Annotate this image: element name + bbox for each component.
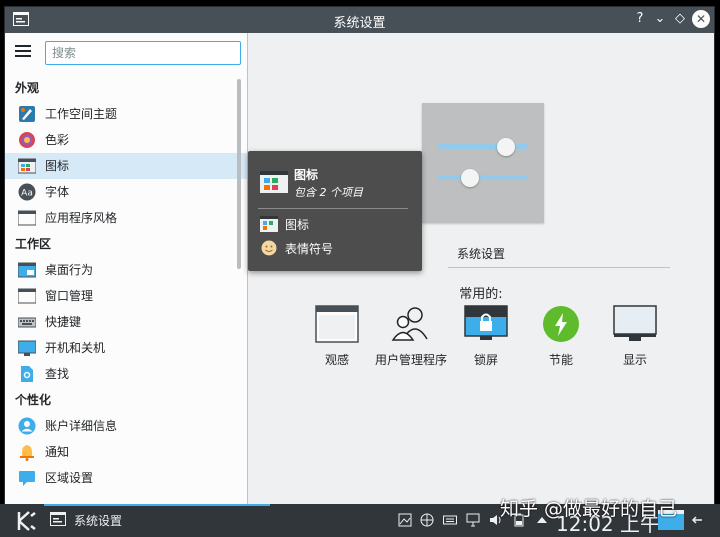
workspace-theme-icon — [19, 106, 35, 122]
keyboard-icon[interactable] — [443, 513, 457, 527]
frequent-power-saving[interactable]: 节能 — [521, 305, 601, 369]
sidebar-item-label: 工作空间主题 — [45, 107, 118, 121]
startup-shutdown-icon — [18, 340, 36, 356]
sidebar-item-regional[interactable]: 区域设置 — [5, 465, 247, 491]
section-workspace: 工作区 — [15, 237, 52, 251]
frequent-label: 用户管理程序 — [374, 353, 447, 367]
frequent-label: 观感 — [324, 353, 349, 367]
category-tooltip: 图标 包含 2 个项目 图标 表情符号 — [248, 151, 422, 271]
icons-icon — [18, 158, 36, 174]
sidebar-item-account[interactable]: 账户详细信息 — [5, 413, 247, 439]
notifications-icon — [20, 445, 34, 461]
section-personalization: 个性化 — [15, 393, 52, 407]
sidebar-item-fonts[interactable]: Aa 字体 — [5, 179, 247, 205]
tooltip-title: 图标 — [294, 168, 319, 182]
divider — [448, 267, 670, 268]
back-arrow-icon[interactable] — [690, 513, 704, 527]
sidebar-item-icons[interactable]: 图标 — [5, 153, 247, 179]
sidebar-item-label: 区域设置 — [45, 471, 94, 485]
desktop-behavior-icon — [18, 262, 36, 278]
sidebar-item-colors[interactable]: 色彩 — [5, 127, 247, 153]
frequent-look-and-feel[interactable]: 观感 — [297, 305, 377, 369]
sidebar-item-label: 快捷键 — [45, 315, 82, 329]
window-management-icon — [18, 288, 36, 304]
hamburger-menu-icon[interactable] — [15, 45, 31, 59]
sidebar: 外观 工作空间主题 色彩 图标 Aa 字体 应用程序风格 工作区 — [5, 33, 248, 505]
tooltip-item-label: 图标 — [285, 218, 310, 232]
keep-above-icon[interactable]: ◇ — [671, 10, 689, 28]
minimize-icon[interactable]: ⌄ — [651, 10, 669, 28]
fonts-icon: Aa — [18, 183, 36, 201]
tooltip-divider — [258, 208, 408, 209]
display-icon — [613, 305, 657, 341]
window-title: 系统设置 — [333, 16, 386, 31]
watermark: 知乎 @做最好的自己 — [500, 498, 678, 520]
users-icon — [391, 307, 428, 341]
application-launcher-icon[interactable] — [14, 510, 38, 532]
sidebar-item-label: 查找 — [45, 367, 70, 381]
display-tray-icon[interactable] — [466, 513, 480, 527]
help-icon[interactable]: ? — [631, 10, 649, 28]
sidebar-item-label: 色彩 — [45, 133, 70, 147]
sidebar-item-label: 图标 — [45, 159, 70, 173]
sidebar-item-label: 桌面行为 — [45, 263, 94, 277]
account-icon — [18, 417, 36, 435]
sidebar-item-shortcuts[interactable]: 快捷键 — [5, 309, 247, 335]
system-settings-hero-icon — [422, 103, 544, 223]
sidebar-item-desktop-behavior[interactable]: 桌面行为 — [5, 257, 247, 283]
emoji-icon — [261, 240, 277, 256]
sidebar-item-label: 通知 — [45, 445, 70, 459]
power-saving-icon — [543, 306, 579, 342]
tooltip-item-label: 表情符号 — [285, 242, 334, 256]
sidebar-item-label: 账户详细信息 — [45, 419, 118, 433]
sidebar-item-startup-shutdown[interactable]: 开机和关机 — [5, 335, 247, 361]
tooltip-subtitle: 包含 2 个项目 — [294, 186, 363, 199]
app-style-icon — [18, 210, 36, 226]
frequent-label: 节能 — [548, 353, 573, 367]
icons-icon — [260, 216, 278, 232]
frequent-lock-screen[interactable]: 锁屏 — [446, 305, 526, 369]
sidebar-item-search[interactable]: 查找 — [5, 361, 247, 387]
frequent-label: 显示 — [622, 353, 647, 367]
sidebar-scrollbar[interactable] — [237, 79, 241, 269]
shortcuts-icon — [18, 317, 36, 328]
search-input[interactable] — [45, 41, 241, 65]
sidebar-item-window-management[interactable]: 窗口管理 — [5, 283, 247, 309]
sidebar-item-workspace-theme[interactable]: 工作空间主题 — [5, 101, 247, 127]
sidebar-item-notifications[interactable]: 通知 — [5, 439, 247, 465]
active-task-indicator — [44, 504, 270, 506]
frequent-display[interactable]: 显示 — [595, 305, 675, 369]
sidebar-item-label: 窗口管理 — [45, 289, 94, 303]
lock-screen-icon — [464, 305, 508, 340]
colors-icon — [19, 132, 35, 148]
sidebar-item-app-style[interactable]: 应用程序风格 — [5, 205, 247, 231]
close-icon[interactable]: ✕ — [692, 10, 710, 28]
regional-settings-icon — [19, 471, 35, 486]
sidebar-item-label: 应用程序风格 — [45, 211, 118, 225]
network-icon[interactable] — [420, 513, 434, 527]
icons-icon — [260, 171, 288, 193]
look-and-feel-icon — [315, 305, 359, 343]
sidebar-item-label: 开机和关机 — [45, 341, 106, 355]
category-list: 外观 工作空间主题 色彩 图标 Aa 字体 应用程序风格 工作区 桌面行为 窗口… — [5, 75, 247, 491]
section-appearance: 外观 — [15, 81, 40, 95]
frequent-title: 常用的: — [459, 287, 503, 302]
taskbar-task-settings[interactable]: 系统设置 — [74, 512, 122, 529]
screenshot-icon[interactable] — [398, 513, 412, 527]
frequent-label: 锁屏 — [473, 353, 498, 367]
frequent-users[interactable]: 用户管理程序 — [371, 305, 451, 369]
search-file-icon — [21, 366, 33, 382]
svg-text:Aa: Aa — [21, 189, 33, 199]
settings-task-icon — [50, 512, 66, 526]
title-bar[interactable]: 系统设置 ? ⌄ ◇ ✕ — [5, 7, 714, 33]
sidebar-item-label: 字体 — [45, 185, 70, 199]
